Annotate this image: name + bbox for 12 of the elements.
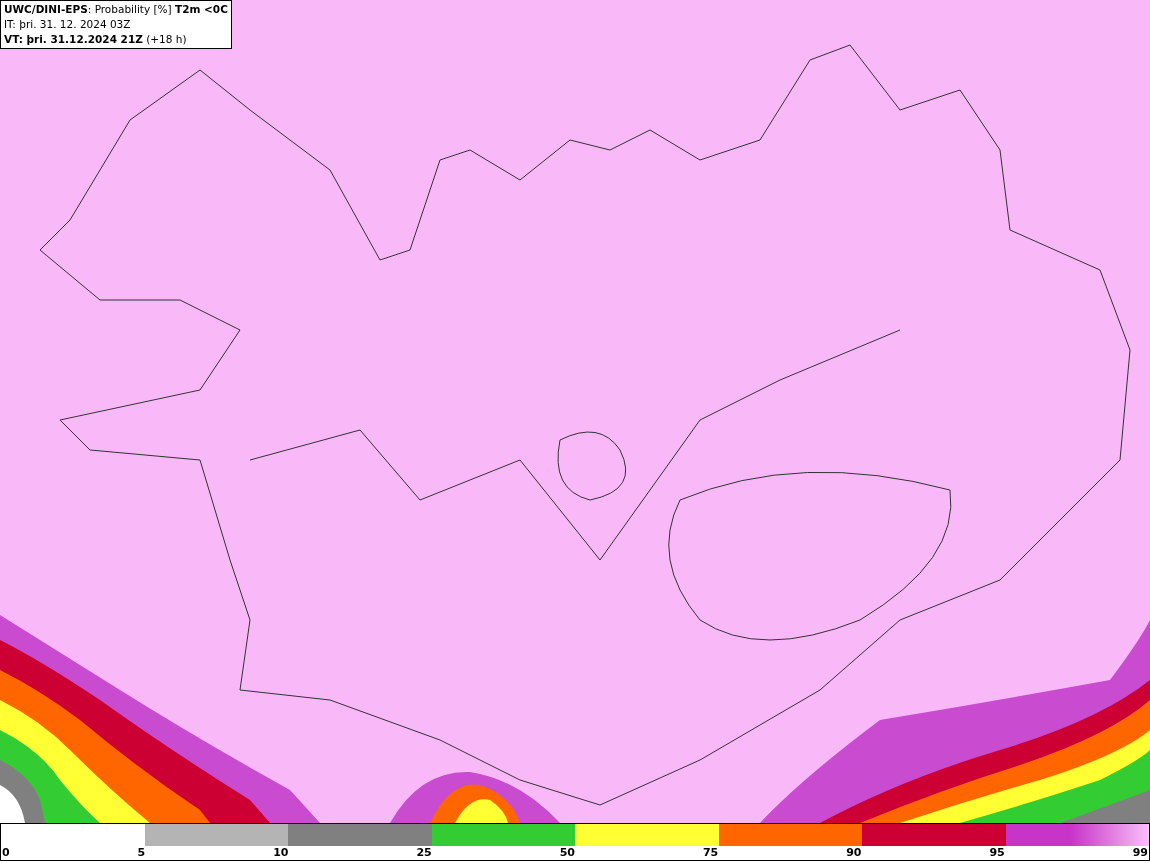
title-line: UWC/DINI-EPS: Probability [%] T2m <0C — [4, 2, 228, 17]
colorbar-label: 5 — [137, 846, 146, 860]
colorbar-label: 95 — [989, 846, 1005, 860]
title-line: IT: þri. 31. 12. 2024 03Z — [4, 17, 132, 32]
colorbar-label: 0 — [2, 846, 10, 860]
colorbar-label: 75 — [702, 846, 719, 860]
title-line: VT: þri. 31.12.2024 21Z (+18 h) — [4, 32, 188, 47]
colorbar-label: 50 — [559, 846, 575, 860]
colorbar-label: 25 — [416, 846, 432, 860]
colorbar-label: 90 — [846, 846, 862, 860]
colorbar-label: 99 — [1132, 846, 1148, 860]
colorbar-label: 10 — [273, 846, 289, 860]
